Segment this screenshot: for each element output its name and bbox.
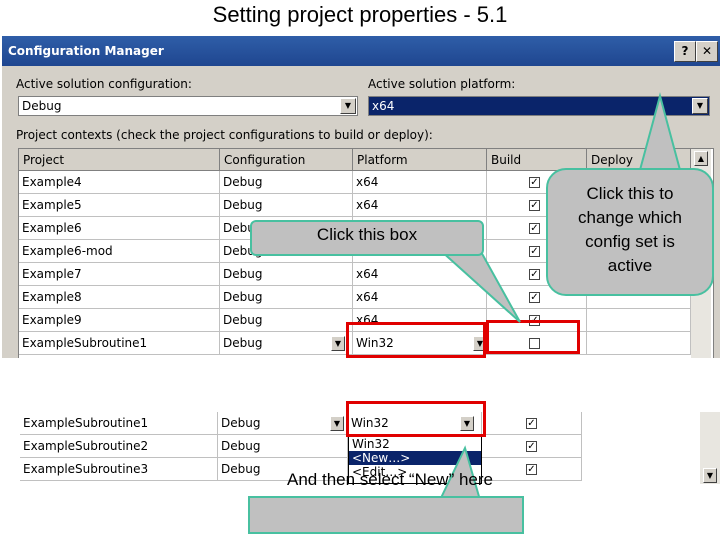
callout-click-box-text: Click this box <box>316 225 418 244</box>
callout-select-new-box <box>248 496 524 534</box>
callout-select-new-text: And then select “New” here <box>287 470 493 489</box>
callout-change-active: Click this to change which config set is… <box>546 168 714 296</box>
callout-click-box: Click this box <box>250 220 484 256</box>
callout-change-active-text: Click this to change which config set is… <box>578 184 682 275</box>
